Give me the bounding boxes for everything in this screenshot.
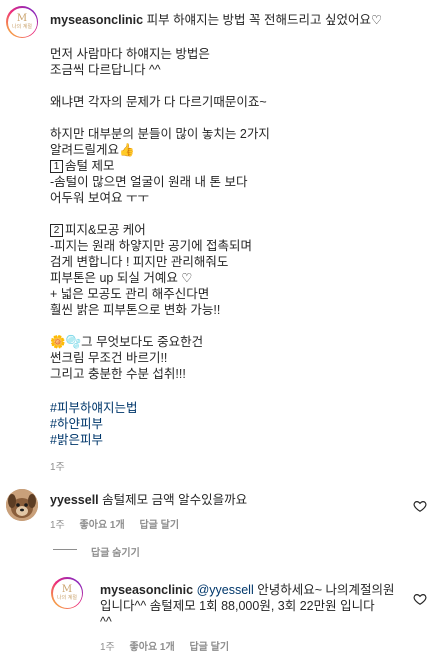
comment-meta: 1주 좋아요 1개 답글 달기 [50, 516, 191, 531]
comment-username[interactable]: yyessell [50, 493, 99, 507]
comment-likes[interactable]: 좋아요 1개 [80, 520, 125, 531]
item-1-number-icon: 1 [50, 160, 63, 173]
caption-line: 먼저 사람마다 하얘지는 방법은 [50, 47, 210, 61]
clinic-logo-icon: M [61, 584, 73, 595]
reply-text-1: 안녕하세요~ 나의계절의원 [257, 583, 395, 597]
caption-line: -피지는 원래 하얗지만 공기에 접촉되며 [50, 239, 253, 253]
comment-line: yyessell 솜털제모 금액 알수있을까요 [50, 492, 247, 508]
comment-like-heart-icon[interactable] [413, 499, 427, 513]
post-first-line: myseasonclinic 피부 하얘지는 방법 꼭 전해드리고 싶었어요♡ [50, 12, 382, 28]
post-username[interactable]: myseasonclinic [50, 13, 143, 27]
caption-line: 조금씩 다르답니다 ^^ [50, 63, 161, 77]
caption-line: + 넓은 모공도 관리 해주신다면 [50, 287, 210, 301]
post-first-text: 피부 하얘지는 방법 꼭 전해드리고 싶었어요♡ [146, 13, 383, 27]
item-2-heading: 2 피지&모공 케어 [50, 222, 146, 238]
comment-text: 솜털제모 금액 알수있을까요 [102, 493, 248, 507]
reply-like-heart-icon[interactable] [413, 592, 427, 606]
reply-likes[interactable]: 좋아요 1개 [130, 642, 175, 653]
caption-line: 썬크림 무조건 바르기!! [50, 351, 168, 365]
caption-line: 왜냐면 각자의 문제가 다 다르기때문이죠~ [50, 95, 267, 109]
caption-line: 그리고 충분한 수분 섭취!!! [50, 367, 186, 381]
item-1-title: 솜털 제모 [65, 159, 115, 173]
reply-text-3: ^^ [100, 615, 112, 629]
hide-replies-divider [53, 549, 77, 550]
hashtag-link[interactable]: #밝은피부 [50, 432, 103, 448]
caption-line: 어두워 보여요 ㅜㅜ [50, 191, 149, 205]
reply-avatar[interactable]: M 나의 계절 [51, 577, 83, 609]
reply-username[interactable]: myseasonclinic [100, 583, 193, 597]
caption-line: 하지만 대부분의 분들이 많이 놓치는 2가지 [50, 127, 270, 141]
reply-first-line: myseasonclinic @yyessell 안녕하세요~ 나의계절의원 [100, 582, 395, 598]
caption-line: 검게 변합니다 ! 피지만 관리해줘도 [50, 255, 229, 269]
reply-reply-button[interactable]: 답글 달기 [189, 642, 229, 653]
hashtag-link[interactable]: #피부하얘지는법 [50, 400, 137, 416]
clinic-logo-text: 나의 계절 [57, 595, 77, 601]
caption-line: -솜털이 많으면 얼굴이 원래 내 톤 보다 [50, 175, 248, 189]
clinic-logo-icon: M [16, 13, 28, 24]
item-1-heading: 1 솜털 제모 [50, 158, 114, 174]
caption-line: 🌼🫧그 무엇보다도 중요한건 [50, 335, 204, 349]
clinic-logo-text: 나의 계절 [12, 24, 32, 30]
reply-mention-link[interactable]: @yyessell [197, 583, 254, 597]
hide-replies-button[interactable]: 답글 숨기기 [91, 544, 140, 559]
caption-line: 알려드릴게요👍 [50, 143, 135, 157]
caption-line: 훨씬 밝은 피부톤으로 변화 가능!! [50, 303, 221, 317]
comment-reply-button[interactable]: 답글 달기 [139, 520, 179, 531]
comment-avatar[interactable] [6, 489, 38, 521]
reply-time[interactable]: 1주 [100, 642, 115, 653]
comment-time[interactable]: 1주 [50, 520, 65, 531]
hashtag-link[interactable]: #하얀피부 [50, 416, 103, 432]
item-2-title: 피지&모공 케어 [65, 223, 146, 237]
post-time[interactable]: 1주 [50, 458, 65, 473]
caption-line: 피부톤은 up 되실 거예요 ♡ [50, 271, 193, 285]
item-2-number-icon: 2 [50, 224, 63, 237]
post-avatar[interactable]: M 나의 계절 [6, 6, 38, 38]
reply-text-2: 입니다^^ 솜털제모 1회 88,000원, 3회 22만원 입니다 [100, 599, 375, 613]
reply-meta: 1주 좋아요 1개 답글 달기 [100, 638, 241, 653]
dog-photo-icon [6, 489, 38, 521]
